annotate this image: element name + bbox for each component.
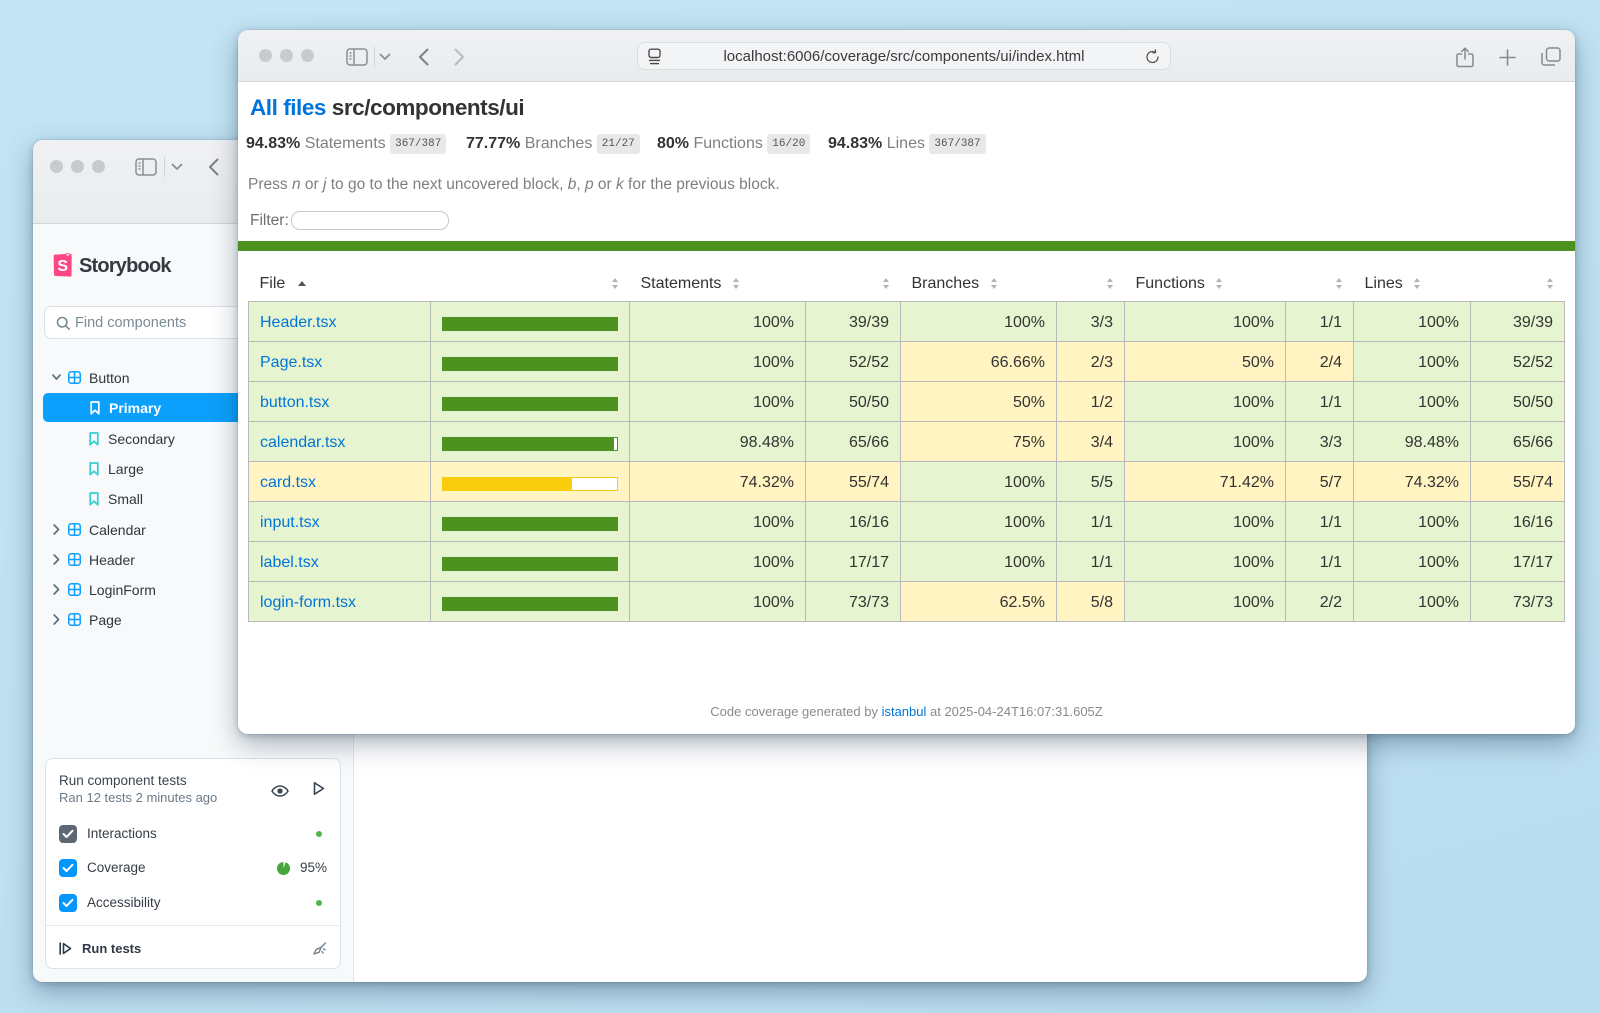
svg-text:S: S xyxy=(57,258,68,275)
